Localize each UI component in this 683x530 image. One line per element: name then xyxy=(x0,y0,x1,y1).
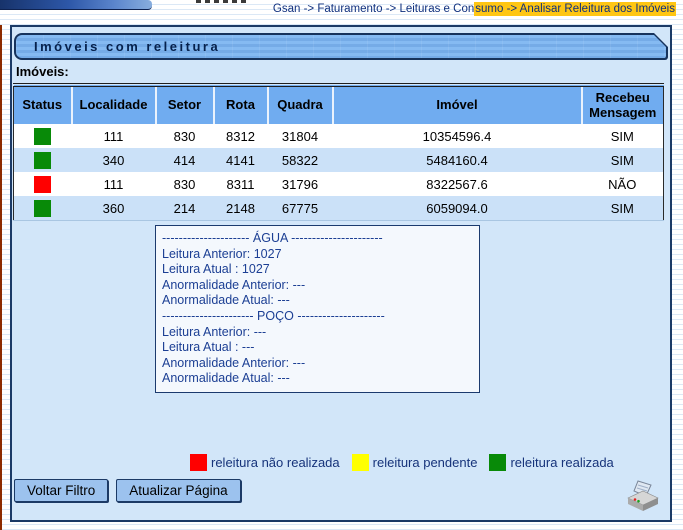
printer-icon[interactable] xyxy=(624,476,662,514)
imoveis-label: Imóveis: xyxy=(16,64,69,79)
breadcrumb: Gsan -> Faturamento -> Leituras e Consum… xyxy=(273,3,676,15)
cell-rota: 2148 xyxy=(214,196,268,221)
section-titlebar: Imóveis com releitura xyxy=(14,33,668,60)
legend-green-label: releitura realizada xyxy=(510,455,613,470)
detail-line: ---------------------- POÇO ------------… xyxy=(162,309,474,325)
table-row[interactable]: 111 830 8312 31804 10354596.4 SIM xyxy=(14,124,664,148)
left-maroon-divider xyxy=(0,25,2,530)
reading-detail-box: --------------------- ÁGUA -------------… xyxy=(155,225,480,393)
cell-imovel: 8322567.6 xyxy=(333,172,582,196)
breadcrumb-path[interactable]: Gsan -> Faturamento -> Leituras e Con xyxy=(273,3,474,15)
col-localidade: Localidade xyxy=(72,85,156,124)
col-imovel: Imóvel xyxy=(333,85,582,124)
cell-rota: 4141 xyxy=(214,148,268,172)
cell-setor: 214 xyxy=(156,196,214,221)
voltar-filtro-button[interactable]: Voltar Filtro xyxy=(14,479,108,502)
content-panel: Imóveis com releitura Imóveis: Status Lo… xyxy=(10,25,672,522)
detail-line: Anormalidade Anterior: --- xyxy=(162,356,474,372)
table-header-row: Status Localidade Setor Rota Quadra Imóv… xyxy=(14,85,664,124)
status-square[interactable] xyxy=(34,152,51,169)
detail-line: Anormalidade Atual: --- xyxy=(162,293,474,309)
cell-rota: 8312 xyxy=(214,124,268,148)
cell-imovel: 6059094.0 xyxy=(333,196,582,221)
col-setor: Setor xyxy=(156,85,214,124)
imoveis-table: Status Localidade Setor Rota Quadra Imóv… xyxy=(13,83,664,221)
atualizar-pagina-button[interactable]: Atualizar Página xyxy=(116,479,240,502)
breadcrumb-highlighted-path[interactable]: sumo -> Analisar Releitura dos Imóveis xyxy=(474,2,676,16)
cell-quadra: 31804 xyxy=(268,124,333,148)
page-title: Imóveis com releitura xyxy=(16,39,220,54)
cell-rota: 8311 xyxy=(214,172,268,196)
col-quadra: Quadra xyxy=(268,85,333,124)
cell-recebeu: SIM xyxy=(582,148,664,172)
legend-yellow-swatch xyxy=(352,454,369,471)
cell-setor: 414 xyxy=(156,148,214,172)
status-square[interactable] xyxy=(34,176,51,193)
legend-green-swatch xyxy=(489,454,506,471)
legend-yellow-label: releitura pendente xyxy=(373,455,478,470)
cell-quadra: 31796 xyxy=(268,172,333,196)
status-square[interactable] xyxy=(34,200,51,217)
legend-red-label: releitura não realizada xyxy=(211,455,340,470)
cutoff-text-fragment xyxy=(196,0,248,3)
cell-recebeu: NÃO xyxy=(582,172,664,196)
col-rota: Rota xyxy=(214,85,268,124)
col-recebeu-mensagem: Recebeu Mensagem xyxy=(582,85,664,124)
cell-recebeu: SIM xyxy=(582,196,664,221)
legend-red-swatch xyxy=(190,454,207,471)
detail-line: --------------------- ÁGUA -------------… xyxy=(162,231,474,247)
detail-line: Leitura Atual : 1027 xyxy=(162,262,474,278)
col-status: Status xyxy=(14,85,72,124)
detail-line: Leitura Anterior: --- xyxy=(162,325,474,341)
cell-imovel: 10354596.4 xyxy=(333,124,582,148)
cell-localidade: 340 xyxy=(72,148,156,172)
cell-quadra: 58322 xyxy=(268,148,333,172)
detail-line: Anormalidade Anterior: --- xyxy=(162,278,474,294)
cell-setor: 830 xyxy=(156,172,214,196)
cell-localidade: 111 xyxy=(72,172,156,196)
cell-localidade: 111 xyxy=(72,124,156,148)
detail-line: Leitura Anterior: 1027 xyxy=(162,247,474,263)
status-legend: releitura não realizada releitura penden… xyxy=(190,454,626,471)
banner-fragment xyxy=(0,0,152,10)
cell-localidade: 360 xyxy=(72,196,156,221)
cell-setor: 830 xyxy=(156,124,214,148)
status-square[interactable] xyxy=(34,128,51,145)
cell-recebeu: SIM xyxy=(582,124,664,148)
detail-line: Leitura Atual : --- xyxy=(162,340,474,356)
detail-line: Anormalidade Atual: --- xyxy=(162,371,474,387)
table-row[interactable]: 360 214 2148 67775 6059094.0 SIM xyxy=(14,196,664,221)
table-row[interactable]: 111 830 8311 31796 8322567.6 NÃO xyxy=(14,172,664,196)
table-row[interactable]: 340 414 4141 58322 5484160.4 SIM xyxy=(14,148,664,172)
cell-quadra: 67775 xyxy=(268,196,333,221)
cell-imovel: 5484160.4 xyxy=(333,148,582,172)
button-bar: Voltar Filtro Atualizar Página xyxy=(14,479,241,502)
